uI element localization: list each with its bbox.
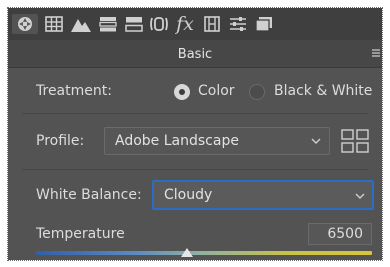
profile-value: Adobe Landscape (115, 133, 239, 149)
treatment-bw-label[interactable]: Black & White (274, 83, 372, 99)
develop-toolbar: fx (8, 8, 382, 40)
divider (22, 113, 368, 114)
calibration-icon[interactable] (200, 14, 224, 34)
treatment-bw-radio[interactable] (249, 84, 265, 100)
temperature-label: Temperature (36, 226, 125, 242)
basic-panel-icon[interactable] (12, 14, 38, 34)
profile-select[interactable]: Adobe Landscape (104, 127, 330, 155)
panel-title: Basic (177, 47, 213, 62)
temperature-value-field[interactable]: 6500 (308, 223, 372, 245)
chevron-down-icon (311, 138, 321, 144)
split-toning-icon[interactable] (122, 14, 146, 34)
basic-panel: fx Basic Treatment: Color Black & White … (7, 7, 383, 261)
white-balance-value: Cloudy (164, 187, 213, 203)
profile-browser-icon[interactable] (341, 129, 369, 153)
lens-corrections-icon[interactable] (148, 14, 170, 34)
detail-icon[interactable] (68, 14, 94, 34)
white-balance-select[interactable]: Cloudy (152, 180, 374, 210)
temperature-slider-thumb[interactable] (181, 248, 193, 257)
tone-curve-icon[interactable] (42, 14, 66, 34)
panel-header: Basic (8, 40, 382, 68)
white-balance-label: White Balance: (36, 187, 142, 203)
treatment-label: Treatment: (36, 83, 112, 99)
divider (22, 169, 368, 170)
panel-menu-icon[interactable] (372, 49, 380, 57)
snapshots-icon[interactable] (252, 14, 276, 34)
treatment-color-radio[interactable] (174, 84, 190, 100)
treatment-color-label[interactable]: Color (198, 83, 235, 99)
presets-icon[interactable] (226, 14, 250, 34)
effects-icon[interactable]: fx (172, 14, 198, 34)
profile-label: Profile: (36, 133, 85, 149)
chevron-down-icon (355, 193, 365, 199)
temperature-slider-track[interactable] (36, 251, 372, 255)
hsl-icon[interactable] (96, 14, 120, 34)
